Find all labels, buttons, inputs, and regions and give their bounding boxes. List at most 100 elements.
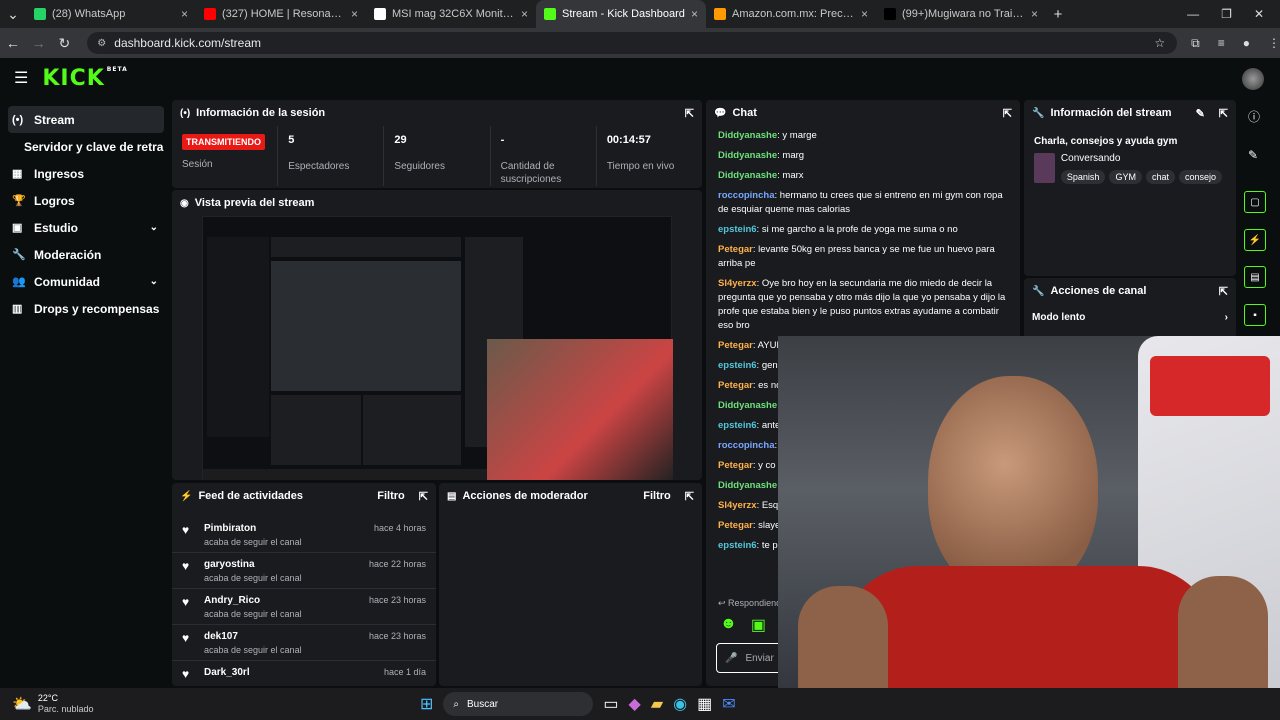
- stream-tag[interactable]: GYM: [1109, 170, 1142, 184]
- file-explorer-icon[interactable]: ▰: [651, 694, 663, 714]
- sidebar-item-logros[interactable]: 🏆 Logros: [8, 187, 164, 214]
- windows-start-icon[interactable]: ⊞: [420, 694, 433, 714]
- edit-layout-icon[interactable]: ✎: [1248, 148, 1258, 162]
- stream-action-chat-icon[interactable]: ▪: [1244, 304, 1266, 326]
- tab-1[interactable]: (327) HOME | Resonance (4 ×: [196, 0, 366, 28]
- bookmark-star-icon[interactable]: ☆: [1154, 36, 1165, 50]
- stream-preview-video[interactable]: [202, 216, 673, 480]
- media-control-icon[interactable]: ≡: [1218, 36, 1225, 51]
- feed-user[interactable]: Pimbiraton: [204, 523, 302, 534]
- taskbar-search[interactable]: ⌕ Buscar: [443, 692, 594, 716]
- sidebar-item-stream[interactable]: (•) Stream: [8, 106, 164, 133]
- stream-action-bolt-icon[interactable]: ⚡: [1244, 229, 1266, 251]
- chat-username[interactable]: Diddyanashe: [718, 480, 777, 491]
- tab-close-icon[interactable]: ×: [351, 7, 358, 21]
- back-icon[interactable]: ←: [0, 35, 26, 51]
- feed-user[interactable]: Andry_Rico: [204, 595, 302, 606]
- tab-0[interactable]: (28) WhatsApp ×: [26, 0, 196, 28]
- popout-icon[interactable]: ⇱: [1003, 107, 1012, 120]
- feed-user[interactable]: garyostina: [204, 559, 302, 570]
- task-view-icon[interactable]: ▭: [603, 694, 618, 714]
- chat-username[interactable]: Diddyanashe: [718, 400, 777, 411]
- tab-close-icon[interactable]: ×: [181, 7, 188, 21]
- site-info-icon[interactable]: ⚙: [97, 38, 106, 49]
- feed-action: acaba de seguir el canal: [204, 609, 302, 619]
- edit-icon[interactable]: ✎: [1196, 107, 1205, 120]
- chat-username[interactable]: Diddyanashe: [718, 150, 777, 161]
- tab-close-icon[interactable]: ×: [861, 7, 868, 21]
- chat-username[interactable]: Diddyanashe: [718, 130, 777, 141]
- tab-close-icon[interactable]: ×: [521, 7, 528, 21]
- filter-button[interactable]: Filtro: [643, 490, 671, 502]
- sidebar-item-moderacion[interactable]: 🔧 Moderación: [8, 241, 164, 268]
- feed-action: acaba de seguir el canal: [204, 537, 302, 547]
- popout-icon[interactable]: ⇱: [1219, 107, 1228, 120]
- weather-widget[interactable]: ⛅ 22°C Parc. nublado: [0, 693, 200, 715]
- url-field[interactable]: ⚙ dashboard.kick.com/stream ☆: [87, 32, 1178, 54]
- hamburger-menu-icon[interactable]: ☰: [14, 68, 28, 88]
- feed-user[interactable]: Dark_30rl: [204, 667, 250, 678]
- chat-username[interactable]: epstein6: [718, 540, 757, 551]
- sidebar-item-estudio[interactable]: ▣ Estudio ⌄: [8, 214, 164, 241]
- popout-icon[interactable]: ⇱: [419, 490, 428, 503]
- chat-username[interactable]: Sl4yerzx: [718, 278, 757, 289]
- extensions-icon[interactable]: ⧉: [1191, 36, 1200, 51]
- stream-tag[interactable]: consejo: [1178, 170, 1222, 184]
- profile-icon[interactable]: ●: [1243, 36, 1250, 51]
- popout-icon[interactable]: ⇱: [685, 107, 694, 120]
- tab-close-icon[interactable]: ×: [691, 7, 698, 21]
- copilot-icon[interactable]: ◆: [629, 694, 641, 714]
- chat-username[interactable]: Petegar: [718, 340, 753, 351]
- stream-action-clip-icon[interactable]: ▤: [1244, 266, 1266, 288]
- edge-icon[interactable]: ◉: [673, 694, 687, 714]
- sidebar-item-drops[interactable]: ▥ Drops y recompensas: [8, 295, 164, 322]
- tab-title: MSI mag 32C6X Monitor para J: [392, 8, 515, 20]
- tab-3[interactable]: Stream - Kick Dashboard ×: [536, 0, 706, 28]
- tab-4[interactable]: Amazon.com.mx: Precios bajos ×: [706, 0, 876, 28]
- kick-emote-icon[interactable]: ▣: [751, 615, 766, 635]
- tab-close-icon[interactable]: ×: [1031, 7, 1038, 21]
- chat-username[interactable]: roccopincha: [718, 190, 775, 201]
- tab-5[interactable]: (99+)Mugiwara no Trainer (@a ×: [876, 0, 1046, 28]
- popout-icon[interactable]: ⇱: [1219, 285, 1228, 298]
- chat-colon: :: [774, 440, 778, 451]
- stream-tag[interactable]: chat: [1145, 170, 1175, 184]
- close-window-icon[interactable]: ✕: [1254, 7, 1264, 21]
- wrench-icon: 🔧: [12, 249, 26, 261]
- mic-icon[interactable]: 🎤: [725, 653, 737, 664]
- user-avatar[interactable]: [1242, 68, 1264, 90]
- feed-user[interactable]: dek107: [204, 631, 302, 642]
- sidebar-item-ingresos[interactable]: ▦ Ingresos: [8, 160, 164, 187]
- filter-button[interactable]: Filtro: [377, 490, 405, 502]
- restore-icon[interactable]: ❐: [1221, 7, 1232, 21]
- chat-username[interactable]: epstein6: [718, 224, 757, 235]
- info-icon[interactable]: ⓘ: [1248, 108, 1260, 125]
- chat-username[interactable]: epstein6: [718, 360, 757, 371]
- store-icon[interactable]: ▦: [697, 694, 712, 714]
- chat-username[interactable]: Petegar: [718, 460, 753, 471]
- forward-icon[interactable]: →: [26, 35, 52, 51]
- mail-icon[interactable]: ✉: [722, 694, 735, 714]
- tab-2[interactable]: MSI mag 32C6X Monitor para J ×: [366, 0, 536, 28]
- preview-mini-modactions: [363, 395, 461, 465]
- emote-icon[interactable]: ☻: [720, 615, 737, 635]
- minimize-icon[interactable]: —: [1187, 7, 1199, 21]
- kick-logo[interactable]: KICK BETA: [42, 66, 127, 91]
- chat-username[interactable]: Diddyanashe: [718, 170, 777, 181]
- browser-menu-icon[interactable]: ⋮: [1268, 36, 1280, 51]
- chat-username[interactable]: Petegar: [718, 244, 753, 255]
- reload-icon[interactable]: ↻: [52, 35, 78, 52]
- slow-mode-row[interactable]: Modo lento ›: [1024, 304, 1236, 331]
- tab-search-icon[interactable]: ⌄: [0, 6, 26, 23]
- chat-username[interactable]: roccopincha: [718, 440, 775, 451]
- sidebar-item-server-key[interactable]: Servidor y clave de retransmisión: [8, 133, 164, 160]
- stream-tag[interactable]: Spanish: [1060, 170, 1106, 184]
- chat-username[interactable]: epstein6: [718, 420, 757, 431]
- chat-username[interactable]: Petegar: [718, 380, 753, 391]
- popout-icon[interactable]: ⇱: [685, 490, 694, 503]
- chat-username[interactable]: Petegar: [718, 520, 753, 531]
- new-tab-icon[interactable]: +: [1046, 6, 1070, 23]
- chat-username[interactable]: Sl4yerzx: [718, 500, 757, 511]
- stream-action-camera-icon[interactable]: ▢: [1244, 191, 1266, 213]
- sidebar-item-comunidad[interactable]: 👥 Comunidad ⌄: [8, 268, 164, 295]
